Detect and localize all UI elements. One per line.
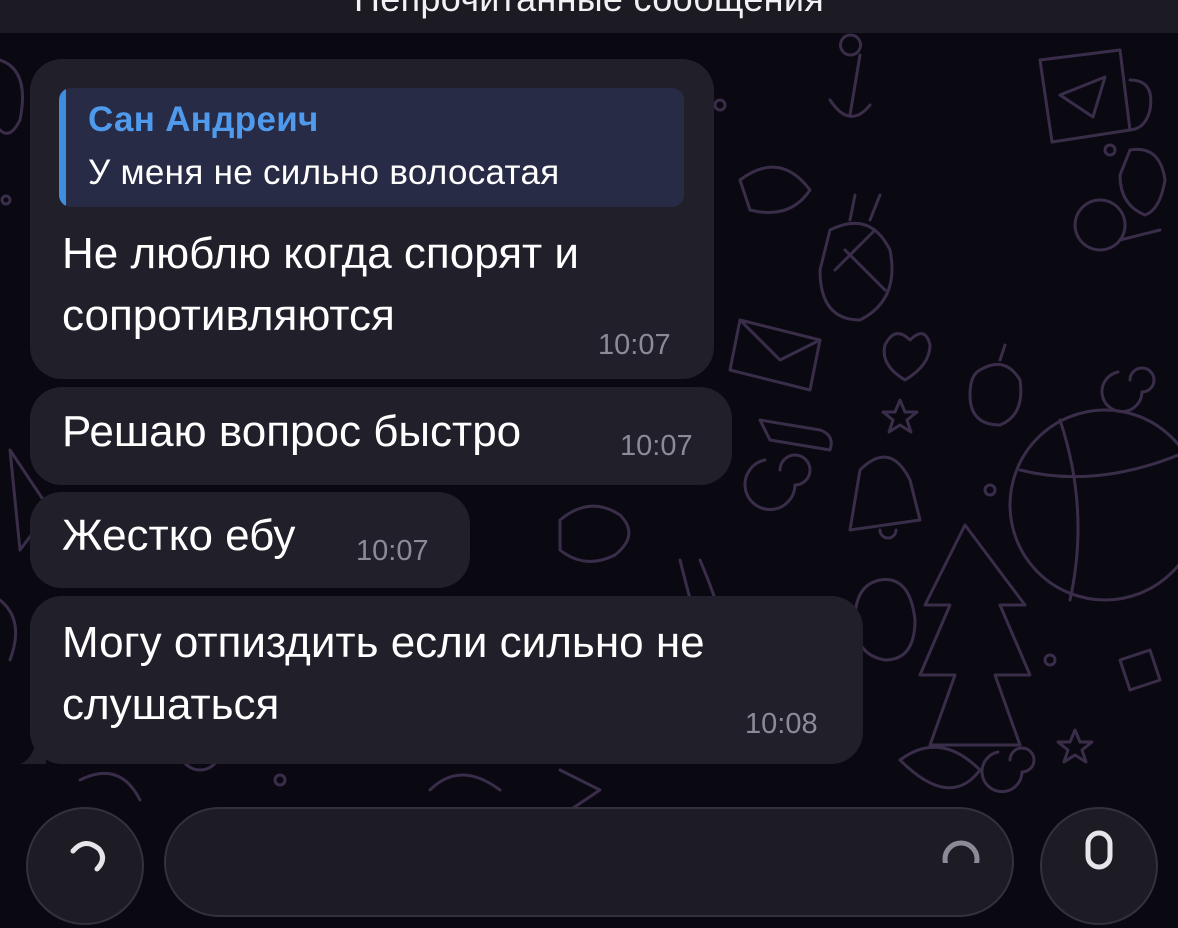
message-bubble[interactable]: Сан Андреич У меня не сильно волосатая Н… xyxy=(30,59,714,379)
bubble-tail xyxy=(20,728,46,764)
composer-bar xyxy=(0,790,1178,925)
reply-author: Сан Андреич xyxy=(88,100,319,139)
message-text: Могу отпиздить если сильно не слушаться xyxy=(62,612,705,736)
message-bubble[interactable]: Могу отпиздить если сильно не слушаться … xyxy=(30,596,863,764)
unread-messages-divider: Непрочитанные сообщения xyxy=(0,0,1178,33)
message-line: Не люблю когда спорят и xyxy=(62,229,579,278)
message-line: Могу отпиздить если сильно не xyxy=(62,618,705,667)
message-bubble[interactable]: Решаю вопрос быстро 10:07 xyxy=(30,387,732,485)
message-input[interactable] xyxy=(164,807,1014,917)
reply-text: У меня не сильно волосатая xyxy=(88,153,560,192)
message-line: сопротивляются xyxy=(62,291,395,340)
message-time: 10:07 xyxy=(620,430,693,462)
reply-quote[interactable]: Сан Андреич У меня не сильно волосатая xyxy=(59,88,684,207)
message-line: Решаю вопрос быстро xyxy=(62,407,522,456)
message-time: 10:07 xyxy=(356,535,429,567)
message-bubble[interactable]: Жестко ебу 10:07 xyxy=(30,492,470,588)
message-line: слушаться xyxy=(62,680,280,729)
unread-messages-label: Непрочитанные сообщения xyxy=(0,0,1178,20)
microphone-icon xyxy=(1085,830,1113,870)
message-time: 10:07 xyxy=(598,329,671,361)
reply-accent-bar xyxy=(59,88,66,207)
attach-button[interactable] xyxy=(26,807,144,925)
message-time: 10:08 xyxy=(745,708,818,740)
sticker-icon xyxy=(942,840,980,863)
paperclip-icon xyxy=(70,841,105,872)
message-line: Жестко ебу xyxy=(62,511,296,560)
voice-record-button[interactable] xyxy=(1040,807,1158,925)
